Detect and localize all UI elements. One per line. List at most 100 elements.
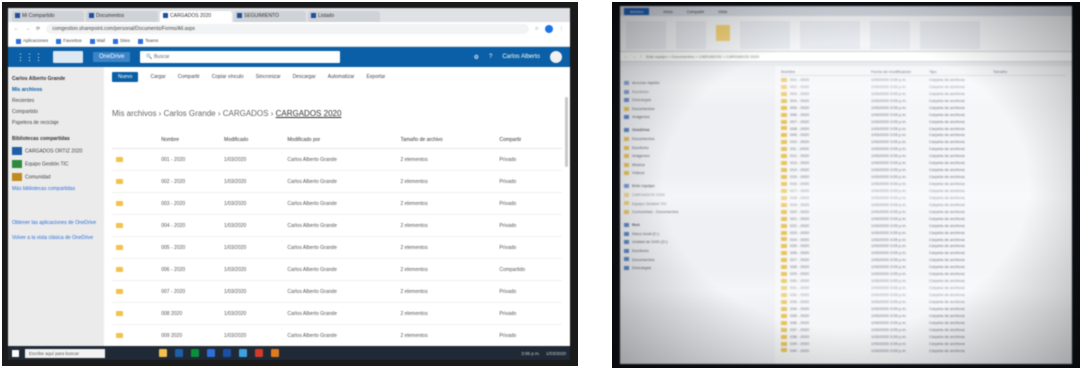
sidebar-library[interactable]: Equipo Gestión TIC xyxy=(12,160,100,168)
command-button[interactable]: Descargar xyxy=(293,74,316,80)
taskbar-app-icon[interactable] xyxy=(239,349,247,357)
bookmark-item[interactable]: Sites xyxy=(113,38,130,44)
command-button[interactable]: Cargar xyxy=(150,74,165,80)
cell-name[interactable]: 004 - 2020 xyxy=(157,214,221,237)
command-button[interactable]: Sincronizar xyxy=(256,74,281,80)
nav-item[interactable]: Escritorio xyxy=(624,145,771,150)
file-row[interactable]: 028 - 2020 1/03/2020 3:05 p.m. Carpeta de … xyxy=(781,263,1066,270)
back-icon[interactable]: ← xyxy=(14,26,19,32)
table-row[interactable]: 007 - 2020 1/03/2020 Carlos Alberto Grande… xyxy=(112,280,562,303)
settings-icon[interactable]: ⚙ xyxy=(474,54,479,61)
sidebar-item[interactable]: Compartido xyxy=(12,109,100,115)
bookmark-item[interactable]: Mail xyxy=(89,38,105,44)
command-button[interactable]: Nuevo xyxy=(112,72,139,82)
help-icon[interactable]: ? xyxy=(489,54,492,60)
bookmark-item[interactable]: Aplicaciones xyxy=(16,38,48,44)
file-row[interactable]: 027 - 2020 1/03/2020 3:05 p.m. Carpeta de … xyxy=(781,256,1066,263)
file-row[interactable]: 007 - 2020 1/03/2020 3:05 p.m. Carpeta de … xyxy=(781,118,1066,125)
taskbar-app-icon[interactable] xyxy=(175,349,183,357)
sidebar-item[interactable]: Recientes xyxy=(12,98,100,104)
breadcrumb-part[interactable]: Mis archivos xyxy=(112,109,156,118)
file-row[interactable]: 013 - 2020 1/03/2020 3:05 p.m. Carpeta de … xyxy=(781,159,1066,166)
sidebar-library[interactable]: Comunidad xyxy=(12,173,100,181)
nav-item[interactable]: Documentos xyxy=(624,106,771,111)
file-row[interactable]: 026 - 2020 1/03/2020 3:05 p.m. Carpeta de … xyxy=(781,249,1066,256)
star-icon[interactable]: ☆ xyxy=(535,26,539,32)
browser-tab[interactable]: SEGUIMIENTO xyxy=(234,11,306,22)
tray-time[interactable]: 3:06 p.m. xyxy=(521,351,540,356)
browser-tab[interactable]: Documentos xyxy=(86,11,158,22)
file-row[interactable]: 040 - 2020 1/03/2020 3:05 p.m. Carpeta de … xyxy=(781,347,1066,354)
file-row[interactable]: 023 - 2020 1/03/2020 3:05 p.m. Carpeta de … xyxy=(781,229,1066,236)
suite-app-button[interactable]: OneDrive xyxy=(93,52,131,62)
cell-name[interactable]: 002 - 2020 xyxy=(157,170,221,193)
file-row[interactable]: 035 - 2020 1/03/2020 3:05 p.m. Carpeta de … xyxy=(781,312,1066,319)
column-header[interactable]: Tamaño de archivo xyxy=(396,132,496,149)
bookmark-item[interactable]: Favoritos xyxy=(56,38,82,44)
nav-item[interactable]: Red xyxy=(624,222,771,227)
nav-item[interactable]: Vídeos xyxy=(624,170,771,175)
table-row[interactable]: 001 - 2020 1/03/2020 Carlos Alberto Grande… xyxy=(112,148,562,171)
app-launcher-icon[interactable]: ⋮⋮⋮ xyxy=(16,52,43,63)
ribbon-group[interactable] xyxy=(626,21,666,49)
profile-icon[interactable] xyxy=(545,25,553,33)
taskbar-app-icon[interactable] xyxy=(159,349,167,357)
search-input[interactable]: 🔍 Buscar xyxy=(140,51,341,63)
file-row[interactable]: 022 - 2020 1/03/2020 3:05 p.m. Carpeta de … xyxy=(781,222,1066,229)
file-row[interactable]: 014 - 2020 1/03/2020 3:05 p.m. Carpeta de … xyxy=(781,166,1066,173)
nav-item[interactable]: Documentos xyxy=(624,136,771,141)
table-row[interactable]: 005 - 2020 1/03/2020 Carlos Alberto Grande… xyxy=(112,236,562,259)
nav-item[interactable]: Música xyxy=(624,162,771,167)
ribbon-tab[interactable]: Archivo xyxy=(624,7,650,15)
cell-name[interactable]: 008 2020 xyxy=(157,302,221,325)
nav-item[interactable]: Disco local (C:) xyxy=(624,231,771,236)
file-row[interactable]: 012 - 2020 1/03/2020 3:05 p.m. Carpeta de … xyxy=(781,152,1066,159)
up-icon[interactable]: ↑ xyxy=(640,54,642,59)
file-row[interactable]: 025 - 2020 1/03/2020 3:05 p.m. Carpeta de … xyxy=(781,243,1066,250)
column-header[interactable]: Modificado xyxy=(220,132,284,149)
ribbon-tab[interactable]: Compartir xyxy=(687,9,705,14)
select-column[interactable] xyxy=(112,132,158,149)
cell-name[interactable]: 009 2020 xyxy=(157,324,221,347)
taskbar-app-icon[interactable] xyxy=(223,349,231,357)
table-row[interactable]: 004 - 2020 1/03/2020 Carlos Alberto Grande… xyxy=(112,214,562,237)
ribbon-tab[interactable]: Vista xyxy=(718,9,727,14)
taskbar-search[interactable]: Escribe aquí para buscar xyxy=(25,348,105,358)
column-header[interactable]: Nombre xyxy=(157,132,221,149)
file-row[interactable]: 010 - 2020 1/03/2020 3:05 p.m. Carpeta de … xyxy=(781,138,1066,145)
command-button[interactable]: Compartir xyxy=(178,74,200,80)
cell-name[interactable]: 003 - 2020 xyxy=(157,192,221,215)
url-field[interactable]: comgestion.sharepoint.com/personal/Docum… xyxy=(46,24,529,34)
menu-icon[interactable]: ⋮ xyxy=(559,26,564,32)
ribbon-group[interactable] xyxy=(870,21,910,49)
file-row[interactable]: 008 - 2020 1/03/2020 3:05 p.m. Carpeta de … xyxy=(781,125,1066,132)
nav-item[interactable]: Unidad de DVD (D:) xyxy=(624,239,771,244)
tray-date[interactable]: 1/03/2020 xyxy=(546,351,566,356)
classic-view-link[interactable]: Volver a la vista clásica de OneDrive xyxy=(12,235,100,242)
ribbon-tab[interactable]: Inicio xyxy=(663,9,672,14)
sidebar-item[interactable]: Mis archivos xyxy=(12,87,100,93)
nav-item[interactable]: Imágenes xyxy=(624,153,771,158)
cell-name[interactable]: 006 - 2020 xyxy=(157,258,221,281)
breadcrumb-part[interactable]: CARGADOS xyxy=(223,109,269,118)
file-row[interactable]: 006 - 2020 1/03/2020 3:05 p.m. Carpeta de … xyxy=(781,111,1066,118)
user-name[interactable]: Carlos Alberto xyxy=(502,54,540,60)
ribbon-group[interactable] xyxy=(920,21,980,49)
breadcrumb-part[interactable]: Carlos Grande xyxy=(164,109,216,118)
column-header[interactable]: Modificado por xyxy=(283,132,397,149)
table-row[interactable]: 008 2020 1/03/2020 Carlos Alberto Grande 2 … xyxy=(112,302,562,325)
nav-item[interactable]: Escritorio xyxy=(624,248,771,253)
cell-name[interactable]: 005 - 2020 xyxy=(157,236,221,259)
file-row[interactable]: 039 - 2020 1/03/2020 3:05 p.m. Carpeta de … xyxy=(781,340,1066,347)
bookmark-item[interactable]: Teams xyxy=(138,38,158,44)
browser-tab[interactable]: Listado xyxy=(308,11,380,22)
table-row[interactable]: 003 - 2020 1/03/2020 Carlos Alberto Grande… xyxy=(112,192,562,215)
table-row[interactable]: 006 - 2020 1/03/2020 Carlos Alberto Grande… xyxy=(112,258,562,281)
taskbar-app-icon[interactable] xyxy=(271,349,279,357)
file-row[interactable]: 009 - 2020 1/03/2020 3:05 p.m. Carpeta de … xyxy=(781,132,1066,139)
more-libraries-link[interactable]: Más bibliotecas compartidas xyxy=(12,186,100,192)
forward-icon[interactable]: → xyxy=(25,26,30,32)
sidebar-item[interactable]: Papelera de reciclaje xyxy=(12,120,100,126)
cell-name[interactable]: 001 - 2020 xyxy=(157,148,221,171)
browser-tab[interactable]: Mi Compartido xyxy=(12,11,84,22)
